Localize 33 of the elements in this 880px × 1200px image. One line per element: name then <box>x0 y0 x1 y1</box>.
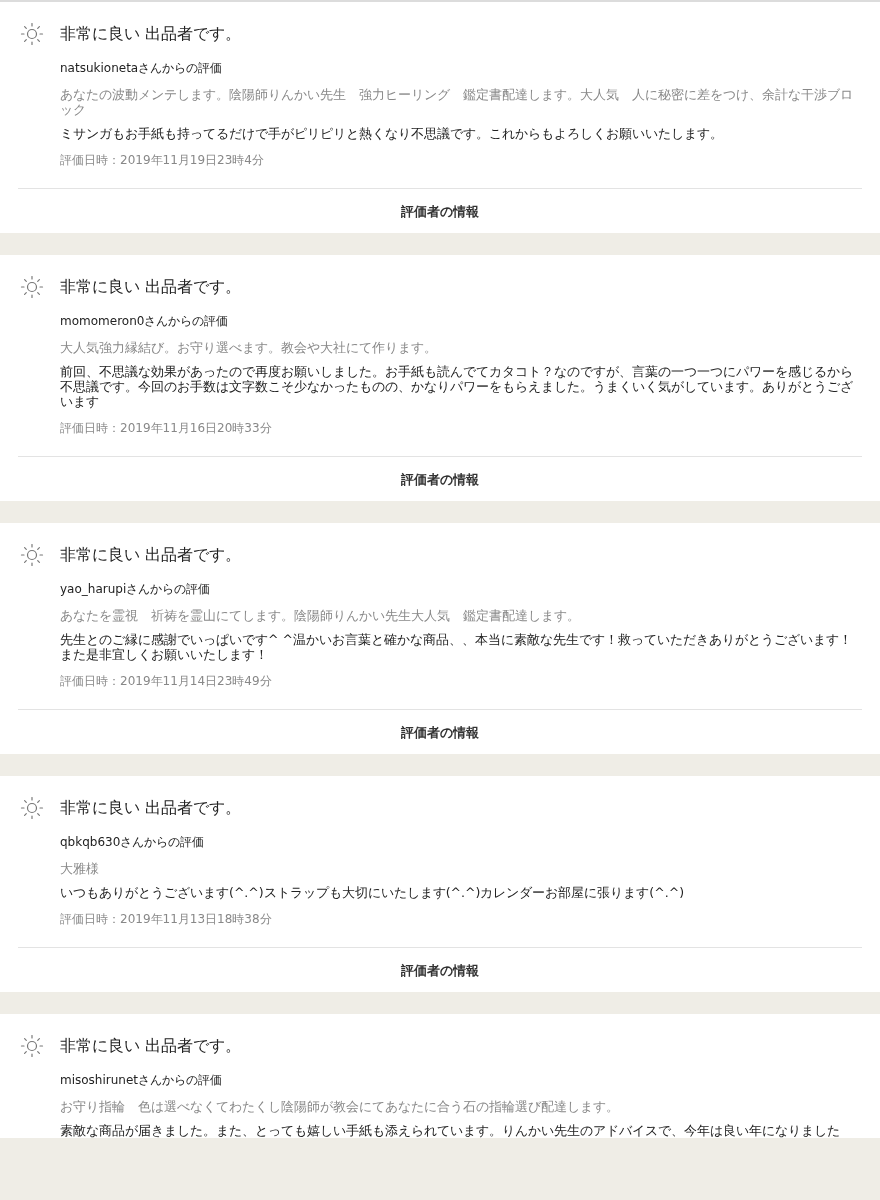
item-title: お守り指輪 色は選べなくてわたくし陰陽師が教会にてあなたに合う石の指輪選び配達します。 <box>60 1099 620 1114</box>
review-date: 評価日時：2019年11月13日18時38分 <box>60 911 273 927</box>
rating-title: 非常に良い 出品者です。 <box>60 1035 242 1057</box>
review-comment: 前回、不思議な効果があったので再度お願いしました。お手紙も読んでてカタコト？なのですが、言葉の一つ一つにパワーを感じるから不思議です。今回のお手数は文字数こそ少なかったものの、かなりパワーをもらえました。うまくいく気がしています。ありがとうございます <box>60 364 854 409</box>
sun-icon <box>20 796 44 820</box>
reviewer-name: qbkqb630さんからの評価 <box>60 834 206 850</box>
sun-icon <box>20 543 44 567</box>
review-date: 評価日時：2019年11月16日20時33分 <box>60 420 273 436</box>
rating-title: 非常に良い 出品者です。 <box>60 544 242 566</box>
review-comment: 素敵な商品が届きました。また、とっても嬉しい手紙も添えられています。りんかい先生のアドバイスで、今年は良い年になりました <box>60 1123 841 1138</box>
review-comment: いつもありがとうございます(^.^)ストラップも大切にいたします(^.^)カレンダーお部屋に張ります(^.^) <box>60 885 686 900</box>
review-comment: 先生とのご縁に感謝でいっぱいです^ ^温かいお言葉と確かな商品、、本当に素敵な先生です！救っていただきありがとうございます！また是非宜しくお願いいたします！ <box>60 632 853 662</box>
reviewer-info-link[interactable]: 評価者の情報 <box>401 472 479 487</box>
reviewer-name: yao_harupiさんからの評価 <box>60 581 212 597</box>
reviewer-name: natsukionetaさんからの評価 <box>60 60 224 76</box>
sun-icon <box>20 275 44 299</box>
item-title: 大雅様 <box>60 861 100 876</box>
item-title: あなたの波動メンテします。陰陽師りんかい先生 強力ヒーリング 鑑定書配達します。大人気 人に秘密に差をつけ、余計な干渉ブロック <box>60 87 854 117</box>
review-date: 評価日時：2019年11月14日23時49分 <box>60 673 273 689</box>
reviewer-info-link[interactable]: 評価者の情報 <box>401 204 479 219</box>
reviewer-info-link[interactable]: 評価者の情報 <box>401 725 479 740</box>
item-title: あなたを霊視 祈祷を霊山にてします。陰陽師りんかい先生大人気 鑑定書配達します。 <box>60 608 581 623</box>
review-comment: ミサンガもお手紙も持ってるだけで手がピリピリと熱くなり不思議です。これからもよろしくお願いいたします。 <box>60 126 724 141</box>
reviewer-name: momomeron0さんからの評価 <box>60 313 230 329</box>
reviewer-name: misoshirunetさんからの評価 <box>60 1072 224 1088</box>
sun-icon <box>20 1034 44 1058</box>
rating-title: 非常に良い 出品者です。 <box>60 23 242 45</box>
reviewer-info-link[interactable]: 評価者の情報 <box>401 963 479 978</box>
item-title: 大人気強力縁結び。お守り選べます。教会や大社にて作ります。 <box>60 340 438 355</box>
rating-title: 非常に良い 出品者です。 <box>60 276 242 298</box>
rating-title: 非常に良い 出品者です。 <box>60 797 242 819</box>
sun-icon <box>20 22 44 46</box>
review-date: 評価日時：2019年11月19日23時4分 <box>60 152 265 168</box>
